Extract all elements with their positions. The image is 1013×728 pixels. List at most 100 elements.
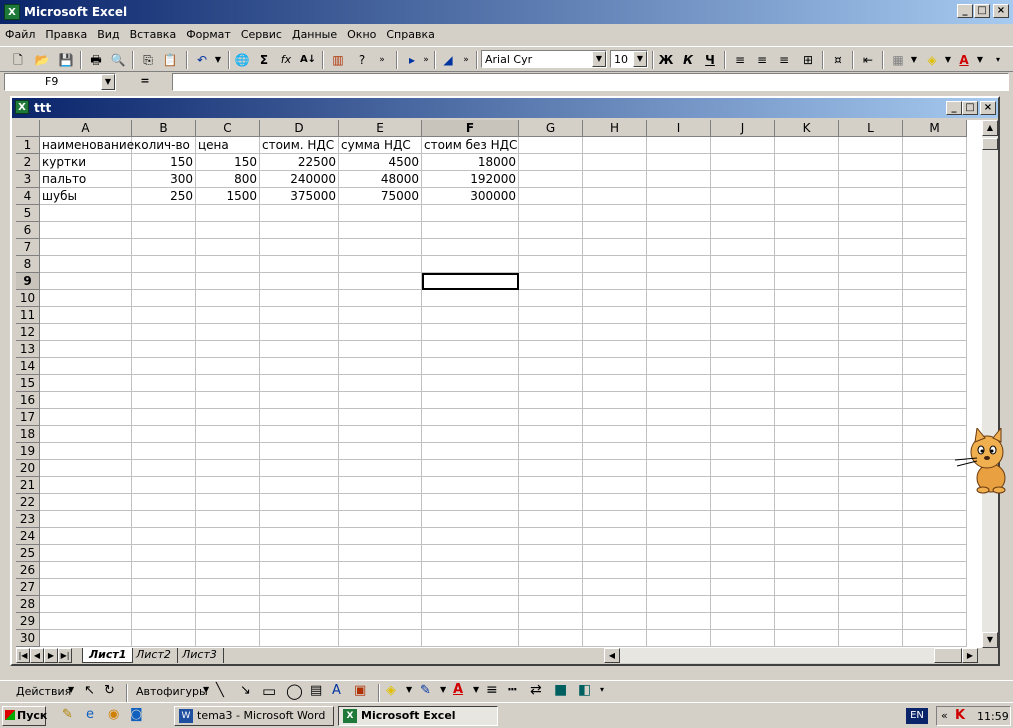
- workbook-minimize-button[interactable]: _: [946, 101, 962, 115]
- chart-wizard-icon[interactable]: ▥: [328, 50, 348, 70]
- cell[interactable]: [40, 341, 132, 358]
- cell[interactable]: [132, 290, 196, 307]
- row-header[interactable]: 23: [16, 511, 40, 528]
- cell[interactable]: [583, 273, 647, 290]
- cell[interactable]: [519, 562, 583, 579]
- cell[interactable]: [839, 188, 903, 205]
- cell[interactable]: [583, 137, 647, 154]
- menu-item-3[interactable]: Вставка: [125, 24, 182, 41]
- cell[interactable]: [903, 239, 967, 256]
- cell[interactable]: [260, 273, 339, 290]
- cell[interactable]: [422, 239, 519, 256]
- row-header[interactable]: 1: [16, 137, 40, 154]
- cell[interactable]: [260, 545, 339, 562]
- selected-cell[interactable]: [422, 273, 519, 290]
- cell[interactable]: [583, 239, 647, 256]
- cell[interactable]: [839, 562, 903, 579]
- cell[interactable]: [339, 528, 422, 545]
- cell[interactable]: [903, 409, 967, 426]
- cell[interactable]: шубы: [40, 188, 132, 205]
- row-header[interactable]: 5: [16, 205, 40, 222]
- autosum-icon[interactable]: Σ: [254, 50, 274, 70]
- cell[interactable]: [132, 596, 196, 613]
- cell[interactable]: [40, 630, 132, 647]
- cell[interactable]: [519, 324, 583, 341]
- cell[interactable]: [132, 460, 196, 477]
- toolbar-options-icon[interactable]: ▾: [988, 50, 1008, 70]
- cell[interactable]: [422, 528, 519, 545]
- menu-item-7[interactable]: Окно: [342, 24, 381, 41]
- cell[interactable]: [40, 239, 132, 256]
- cell[interactable]: [196, 426, 260, 443]
- cell[interactable]: 375000: [260, 188, 339, 205]
- row-header[interactable]: 6: [16, 222, 40, 239]
- chevron-down-icon[interactable]: ▼: [633, 51, 647, 67]
- cell[interactable]: [647, 290, 711, 307]
- cell[interactable]: [775, 545, 839, 562]
- copy-icon[interactable]: ⎘: [138, 50, 158, 70]
- cell[interactable]: [711, 596, 775, 613]
- cell[interactable]: [519, 426, 583, 443]
- undo-dropdown-icon[interactable]: ▼: [208, 50, 228, 70]
- cell[interactable]: [775, 630, 839, 647]
- cell[interactable]: [775, 613, 839, 630]
- cell[interactable]: [839, 426, 903, 443]
- antivirus-icon[interactable]: K: [955, 708, 965, 723]
- cell[interactable]: [775, 154, 839, 171]
- cell[interactable]: [839, 256, 903, 273]
- tab-sheet1[interactable]: Лист1: [82, 648, 134, 663]
- cell[interactable]: [196, 596, 260, 613]
- cell[interactable]: [647, 358, 711, 375]
- cell[interactable]: [196, 239, 260, 256]
- cell[interactable]: [196, 613, 260, 630]
- cell[interactable]: [40, 409, 132, 426]
- cell[interactable]: [711, 460, 775, 477]
- cell[interactable]: [422, 409, 519, 426]
- cell[interactable]: [775, 358, 839, 375]
- cell[interactable]: [196, 222, 260, 239]
- cell[interactable]: [839, 494, 903, 511]
- cell[interactable]: [839, 290, 903, 307]
- cell[interactable]: [647, 494, 711, 511]
- cell[interactable]: [260, 239, 339, 256]
- cell[interactable]: [647, 477, 711, 494]
- cell[interactable]: [519, 256, 583, 273]
- row-header[interactable]: 8: [16, 256, 40, 273]
- cell[interactable]: [339, 375, 422, 392]
- cell[interactable]: [519, 460, 583, 477]
- cell[interactable]: [422, 307, 519, 324]
- cell[interactable]: [647, 222, 711, 239]
- cell[interactable]: [711, 137, 775, 154]
- arrow-style-icon[interactable]: ⇄: [530, 682, 542, 698]
- quicklaunch-desktop-icon[interactable]: ✎: [62, 707, 73, 722]
- cell[interactable]: [583, 511, 647, 528]
- cell[interactable]: [903, 562, 967, 579]
- cell[interactable]: [40, 477, 132, 494]
- cell[interactable]: [647, 426, 711, 443]
- cell[interactable]: [260, 579, 339, 596]
- font-color-dropdown-icon[interactable]: ▼: [970, 50, 990, 70]
- fill-color-icon[interactable]: ◈: [386, 683, 396, 698]
- cell[interactable]: [647, 273, 711, 290]
- paste-icon[interactable]: 📋: [160, 50, 180, 70]
- cell[interactable]: [132, 562, 196, 579]
- cell[interactable]: 240000: [260, 171, 339, 188]
- cell[interactable]: [339, 477, 422, 494]
- cell[interactable]: [647, 256, 711, 273]
- cell[interactable]: [40, 205, 132, 222]
- cell[interactable]: 300: [132, 171, 196, 188]
- cell[interactable]: [775, 341, 839, 358]
- cell[interactable]: [711, 256, 775, 273]
- cell[interactable]: [583, 171, 647, 188]
- cell[interactable]: [903, 188, 967, 205]
- cell[interactable]: [775, 460, 839, 477]
- workbook-title-bar[interactable]: X ttt _ □ ×: [12, 98, 998, 118]
- cell[interactable]: [132, 613, 196, 630]
- cell[interactable]: [647, 324, 711, 341]
- cell[interactable]: [422, 392, 519, 409]
- cell[interactable]: [132, 341, 196, 358]
- function-icon[interactable]: fx: [276, 50, 296, 70]
- close-button[interactable]: ×: [993, 4, 1009, 18]
- oval-icon[interactable]: ◯: [286, 682, 303, 700]
- cell[interactable]: [339, 324, 422, 341]
